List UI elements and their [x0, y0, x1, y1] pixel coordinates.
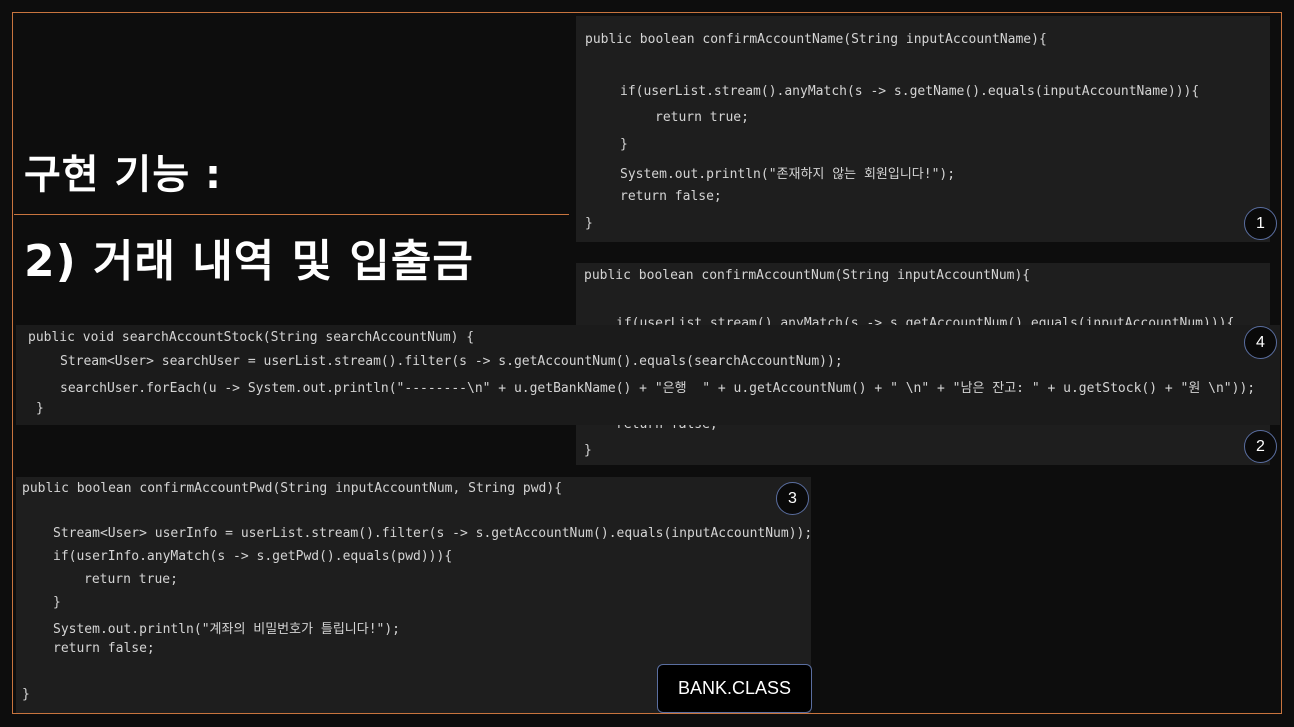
code-line: return false; — [620, 189, 722, 204]
code-line: } — [620, 137, 628, 152]
code-line: } — [22, 687, 30, 702]
title-divider — [14, 214, 569, 215]
code-line: System.out.println("계좌의 비밀번호가 틀립니다!"); — [53, 622, 401, 637]
code-line: return true; — [655, 110, 749, 125]
code-line: return false; — [53, 641, 155, 656]
badge-1: 1 — [1244, 207, 1277, 240]
code-line: public boolean confirmAccountPwd(String … — [22, 481, 563, 496]
code-line: } — [585, 216, 593, 231]
code-line: public void searchAccountStock(String se… — [28, 330, 475, 345]
bank-class-label: BANK.CLASS — [657, 664, 812, 713]
badge-3: 3 — [776, 482, 809, 515]
slide-title: 구현 기능 : — [24, 152, 223, 198]
code-line: searchUser.forEach(u -> System.out.print… — [60, 381, 1256, 396]
slide-subtitle: 2) 거래 내역 및 입출금 — [24, 236, 474, 287]
code-line: public boolean confirmAccountName(String… — [585, 32, 1047, 47]
code-line: } — [53, 595, 61, 610]
code-line: Stream<User> searchUser = userList.strea… — [60, 354, 843, 369]
code-line: if(userList.stream().anyMatch(s -> s.get… — [620, 84, 1200, 99]
code-snippet-1: public boolean confirmAccountName(String… — [576, 16, 1270, 242]
code-line: Stream<User> userInfo = userList.stream(… — [53, 526, 811, 541]
badge-2: 2 — [1244, 430, 1277, 463]
code-line: System.out.println("존재하지 않는 회원입니다!"); — [620, 167, 956, 182]
code-line: return true; — [84, 572, 178, 587]
code-snippet-4: public void searchAccountStock(String se… — [16, 325, 1280, 425]
badge-4: 4 — [1244, 326, 1277, 359]
code-line: } — [584, 443, 592, 458]
code-line: public boolean confirmAccountNum(String … — [584, 268, 1031, 283]
code-line: } — [36, 401, 44, 416]
code-line: if(userInfo.anyMatch(s -> s.getPwd().equ… — [53, 549, 453, 564]
